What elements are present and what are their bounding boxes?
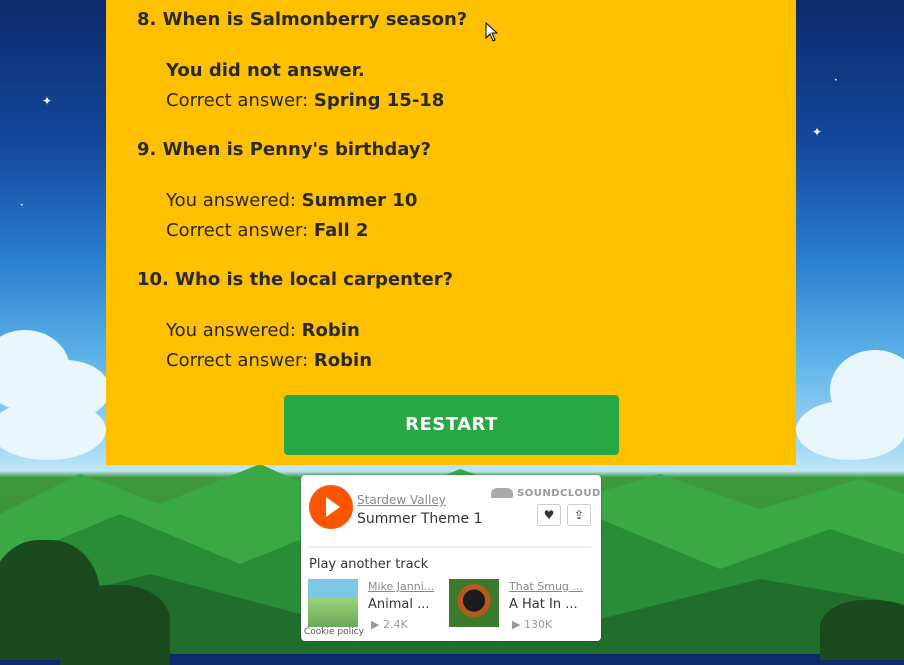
- correct-answer-line: Correct answer: Fall 2: [166, 220, 368, 241]
- suggested-track-title[interactable]: Animal ...: [368, 597, 430, 612]
- your-answer-value: Robin: [301, 320, 360, 341]
- question-title: 8. When is Salmonberry season?: [137, 9, 468, 30]
- heart-icon: ♥: [543, 508, 555, 522]
- star-icon: •: [834, 77, 838, 84]
- correct-answer-value: Robin: [313, 350, 373, 371]
- cloud: [0, 400, 106, 460]
- question-title: 9. When is Penny's birthday?: [137, 139, 431, 160]
- correct-answer-value: Spring 15-18: [313, 90, 445, 111]
- no-answer-text: You did not answer.: [166, 60, 365, 81]
- track-title: Summer Theme 1: [357, 511, 483, 527]
- restart-button[interactable]: RESTART: [284, 395, 619, 455]
- correct-answer-line: Correct answer: Spring 15-18: [166, 90, 444, 111]
- play-count: ▶ 2.4K: [371, 618, 408, 631]
- soundcloud-brand: SOUNDCLOUD: [517, 488, 601, 499]
- suggested-track-title[interactable]: A Hat In ...: [509, 597, 578, 612]
- play-count-value: 2.4K: [382, 618, 408, 631]
- play-another-label: Play another track: [309, 557, 429, 572]
- track-thumbnail[interactable]: [449, 579, 499, 627]
- correct-answer-label: Correct answer:: [166, 220, 314, 241]
- star-icon: ✦: [812, 125, 823, 139]
- suggested-track-artist[interactable]: Mike Janni...: [368, 580, 434, 593]
- soundcloud-widget: Stardew Valley Summer Theme 1 SOUNDCLOUD…: [301, 475, 601, 641]
- play-icon[interactable]: [309, 485, 353, 529]
- your-answer-line: You answered: Summer 10: [166, 190, 417, 211]
- suggested-track-artist[interactable]: That Smug ...: [509, 580, 583, 593]
- divider: [309, 546, 591, 548]
- question-title: 10. Who is the local carpenter?: [137, 269, 454, 290]
- plays-icon: ▶: [512, 618, 524, 631]
- share-icon: ⇪: [573, 508, 585, 522]
- your-answer-label: You answered:: [166, 320, 302, 341]
- quiz-results-panel: 8. When is Salmonberry season? You did n…: [106, 0, 796, 465]
- correct-answer-label: Correct answer:: [166, 90, 314, 111]
- tree: [60, 585, 170, 665]
- your-answer-label: You answered:: [166, 190, 302, 211]
- correct-answer-value: Fall 2: [313, 220, 369, 241]
- play-count: ▶ 130K: [512, 618, 552, 631]
- soundcloud-cloud-icon: [491, 488, 513, 498]
- your-answer-value: Summer 10: [301, 190, 418, 211]
- correct-answer-line: Correct answer: Robin: [166, 350, 372, 371]
- track-thumbnail[interactable]: [308, 579, 358, 627]
- cloud: [796, 400, 904, 460]
- plays-icon: ▶: [371, 618, 383, 631]
- star-icon: •: [20, 202, 24, 209]
- share-button[interactable]: ⇪: [567, 504, 591, 526]
- cookie-policy-link[interactable]: Cookie policy: [304, 627, 364, 637]
- play-count-value: 130K: [523, 618, 553, 631]
- soundcloud-logo[interactable]: SOUNDCLOUD: [491, 488, 601, 499]
- tree: [820, 600, 904, 660]
- star-icon: ✦: [42, 94, 53, 108]
- your-answer-line: You answered: Robin: [166, 320, 360, 341]
- like-button[interactable]: ♥: [537, 504, 561, 526]
- correct-answer-label: Correct answer:: [166, 350, 314, 371]
- mouse-cursor-icon: [485, 22, 499, 42]
- track-artist-link[interactable]: Stardew Valley: [357, 493, 446, 507]
